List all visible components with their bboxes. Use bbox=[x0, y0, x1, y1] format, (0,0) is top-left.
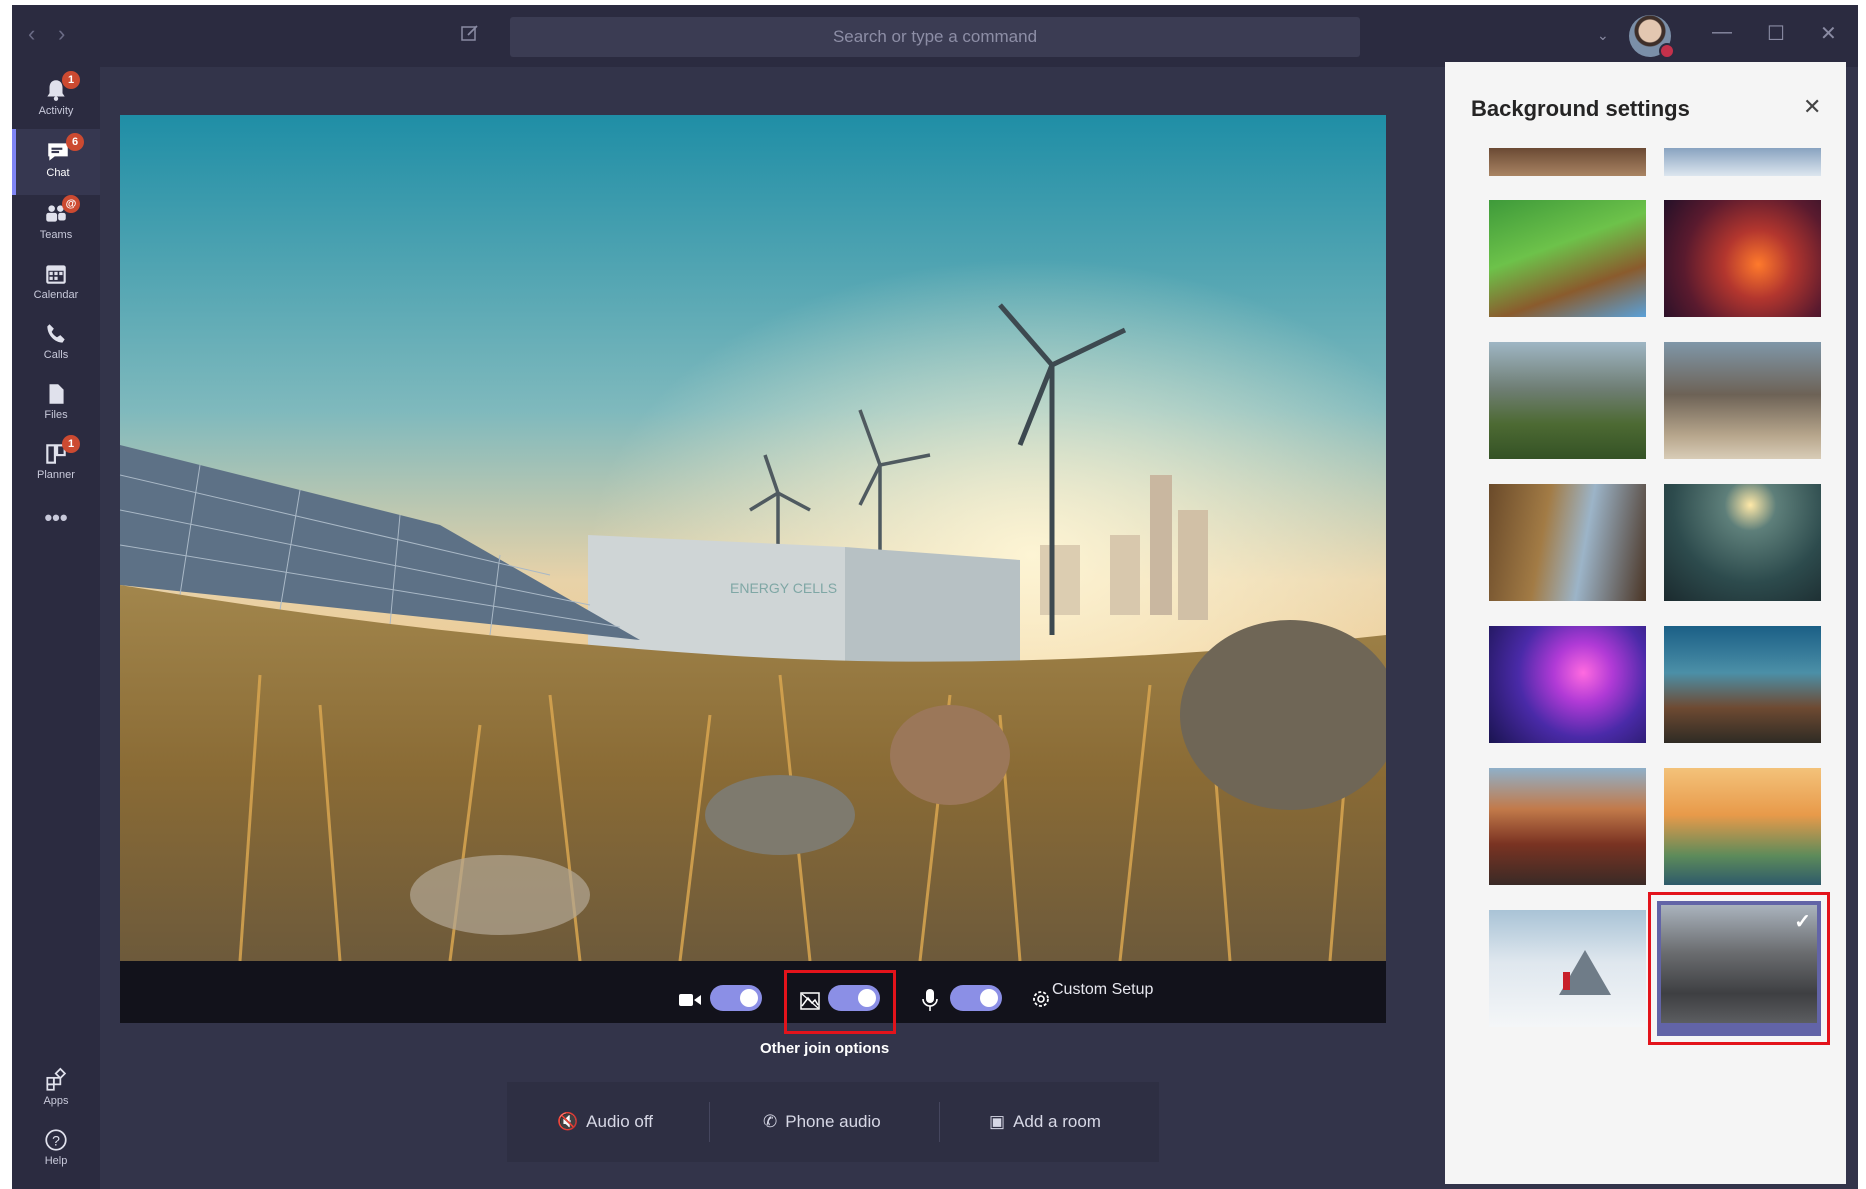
custom-setup-button[interactable]: Custom Setup bbox=[1052, 981, 1153, 999]
close-window-icon[interactable]: ✕ bbox=[1820, 21, 1837, 46]
rail-item-calendar[interactable]: Calendar bbox=[12, 251, 100, 317]
more-icon: ••• bbox=[44, 505, 68, 530]
rail-item-teams[interactable]: Teams @ bbox=[12, 191, 100, 257]
separator bbox=[939, 1102, 940, 1142]
close-icon[interactable]: ✕ bbox=[1803, 94, 1821, 120]
background-image: ENERGY CELLS bbox=[120, 115, 1386, 961]
search-input[interactable]: Search or type a command bbox=[510, 17, 1360, 57]
gear-icon[interactable] bbox=[1030, 988, 1052, 1010]
rail-item-activity[interactable]: Activity 1 bbox=[12, 67, 100, 133]
presence-status-icon bbox=[1659, 43, 1675, 59]
rail-item-calls[interactable]: Calls bbox=[12, 311, 100, 377]
selected-thumbnail-frame: ✓ bbox=[1657, 901, 1821, 1036]
microphone-toggle[interactable] bbox=[950, 985, 1002, 1011]
hiker-figure bbox=[1563, 972, 1570, 990]
microphone-icon bbox=[922, 989, 938, 1011]
title-bar: ‹ › Search or type a command ⌄ — ☐ ✕ bbox=[12, 5, 1858, 67]
camera-toggle-knob bbox=[740, 989, 758, 1007]
phone-audio-button[interactable]: ✆ Phone audio bbox=[763, 1082, 881, 1162]
back-arrow-icon[interactable]: ‹ bbox=[28, 23, 35, 45]
audio-off-button[interactable]: 🔇 Audio off bbox=[557, 1082, 653, 1162]
join-options-bar: 🔇 Audio off ✆ Phone audio ▣ Add a room bbox=[507, 1082, 1159, 1162]
forward-arrow-icon[interactable]: › bbox=[58, 23, 65, 45]
camera-icon bbox=[679, 994, 701, 1006]
rail-item-help[interactable]: ? Help bbox=[12, 1117, 100, 1183]
selected-background-highlight[interactable]: ✓ bbox=[1648, 892, 1830, 1045]
video-preview: ENERGY CELLS bbox=[120, 115, 1386, 961]
speaker-off-icon: 🔇 bbox=[557, 1112, 579, 1131]
camera-toggle[interactable] bbox=[710, 985, 762, 1011]
help-icon: ? bbox=[45, 1129, 67, 1151]
rail-item-chat[interactable]: Chat 6 bbox=[12, 129, 100, 195]
background-thumbnail-minecraft-village[interactable] bbox=[1489, 200, 1646, 317]
microphone-toggle-knob bbox=[980, 989, 998, 1007]
chat-badge: 6 bbox=[66, 133, 84, 151]
room-icon: ▣ bbox=[989, 1112, 1006, 1131]
background-thumbnail-ruins-arch[interactable] bbox=[1664, 342, 1821, 459]
background-effects-toggle[interactable] bbox=[828, 985, 880, 1011]
background-thumbnail-nebula[interactable] bbox=[1489, 626, 1646, 743]
app-rail: Activity 1 Chat 6 Teams @ Calendar Calls… bbox=[12, 67, 100, 1189]
other-join-options-label: Other join options bbox=[760, 1040, 890, 1057]
phone-icon: ✆ bbox=[763, 1112, 778, 1131]
minimize-icon[interactable]: — bbox=[1712, 21, 1732, 44]
teams-badge: @ bbox=[62, 195, 80, 213]
background-thumbnail-mountain-valley[interactable] bbox=[1489, 342, 1646, 459]
container-sign-text: ENERGY CELLS bbox=[730, 580, 837, 596]
background-thumbnail-minecraft-nether[interactable] bbox=[1664, 200, 1821, 317]
calendar-icon bbox=[46, 265, 66, 284]
rail-item-apps[interactable]: Apps bbox=[12, 1057, 100, 1123]
background-thumbnail-space-planet[interactable] bbox=[1664, 484, 1821, 601]
separator bbox=[709, 1102, 710, 1142]
background-thumbnail-fantasy-alley[interactable] bbox=[1489, 484, 1646, 601]
background-thumbnail[interactable] bbox=[1664, 148, 1821, 176]
panel-title: Background settings bbox=[1471, 96, 1690, 121]
add-room-button[interactable]: ▣ Add a room bbox=[989, 1082, 1101, 1162]
background-thumbnail-autumn-street[interactable] bbox=[1489, 768, 1646, 885]
apps-icon bbox=[46, 1067, 67, 1091]
background-thumbnail-sunset-hills[interactable] bbox=[1664, 768, 1821, 885]
rail-item-planner[interactable]: Planner 1 bbox=[12, 431, 100, 497]
background-effects-icon bbox=[800, 992, 820, 1010]
svg-text:?: ? bbox=[52, 1132, 60, 1148]
background-effects-toggle-knob bbox=[858, 989, 876, 1007]
maximize-icon[interactable]: ☐ bbox=[1767, 21, 1785, 46]
compose-icon[interactable] bbox=[460, 23, 480, 49]
activity-badge: 1 bbox=[62, 71, 80, 89]
phone-icon bbox=[47, 324, 65, 343]
background-thumbnail-snow-mountain-hiker[interactable] bbox=[1489, 910, 1646, 1027]
background-thumbnail[interactable] bbox=[1489, 148, 1646, 176]
background-thumbnail-alien-coast[interactable] bbox=[1664, 626, 1821, 743]
planner-badge: 1 bbox=[62, 435, 80, 453]
checkmark-icon: ✓ bbox=[1794, 911, 1811, 933]
chevron-down-icon[interactable]: ⌄ bbox=[1597, 27, 1609, 44]
more-apps-button[interactable]: ••• bbox=[12, 493, 100, 559]
rail-item-files[interactable]: Files bbox=[12, 371, 100, 437]
file-icon bbox=[49, 384, 64, 404]
